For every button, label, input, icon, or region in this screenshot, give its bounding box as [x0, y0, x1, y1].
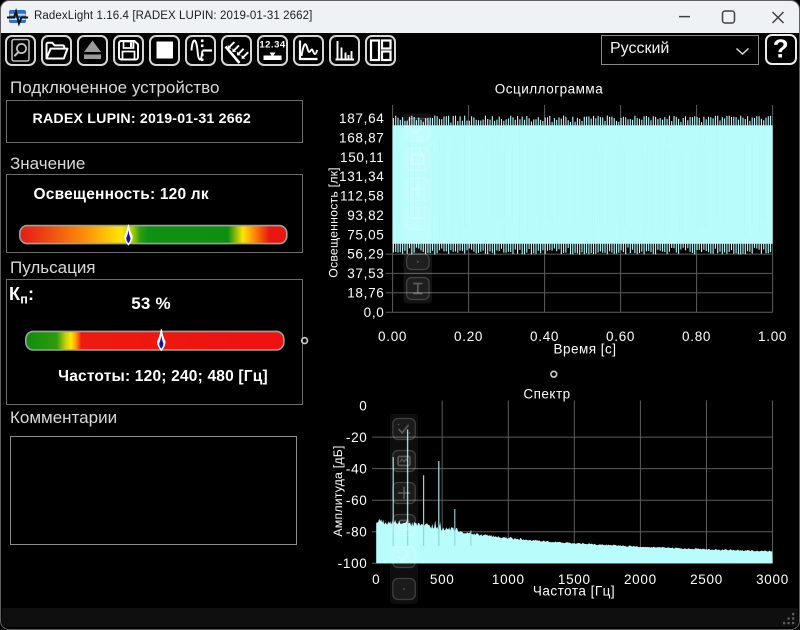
svg-text:3000: 3000	[756, 572, 789, 587]
svg-text:75,05: 75,05	[347, 227, 384, 242]
svg-text:-80: -80	[346, 525, 368, 540]
svg-text:0.20: 0.20	[454, 329, 483, 344]
svg-text:-20: -20	[346, 430, 368, 445]
svg-text:-40: -40	[346, 461, 368, 476]
svg-text:Частота [Гц]: Частота [Гц]	[533, 584, 615, 599]
svg-text:-60: -60	[346, 493, 368, 508]
svg-text:500: 500	[430, 572, 455, 587]
svg-text:2500: 2500	[690, 572, 723, 587]
svg-text:18,76: 18,76	[347, 285, 384, 300]
svg-text:0: 0	[372, 572, 380, 587]
svg-text:0.80: 0.80	[682, 329, 711, 344]
svg-text:1000: 1000	[492, 572, 525, 587]
svg-text:-100: -100	[338, 556, 368, 571]
svg-text:150,11: 150,11	[340, 150, 385, 165]
svg-text:Осциллограмма: Осциллограмма	[495, 82, 603, 97]
svg-text:93,82: 93,82	[347, 208, 384, 223]
svg-text:Время [с]: Время [с]	[553, 341, 616, 356]
svg-text:0,0: 0,0	[364, 305, 385, 320]
svg-text:1.00: 1.00	[758, 329, 787, 344]
svg-text:187,64: 187,64	[339, 111, 385, 126]
svg-text:56,29: 56,29	[347, 247, 384, 262]
svg-text:37,53: 37,53	[347, 266, 384, 281]
svg-text:Амплитуда [дБ]: Амплитуда [дБ]	[331, 445, 345, 536]
svg-text:2000: 2000	[624, 572, 657, 587]
svg-text:0: 0	[359, 398, 367, 413]
svg-text:Спектр: Спектр	[523, 387, 570, 402]
svg-text:131,34: 131,34	[339, 169, 385, 184]
svg-text:112,58: 112,58	[340, 189, 385, 204]
svg-text:168,87: 168,87	[339, 130, 385, 145]
svg-text:0.00: 0.00	[378, 329, 407, 344]
